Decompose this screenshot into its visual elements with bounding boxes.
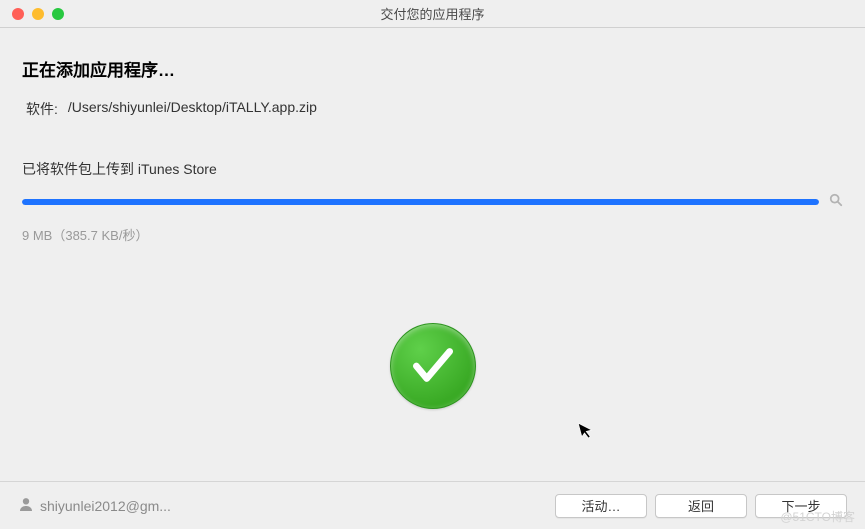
- page-heading: 正在添加应用程序…: [22, 56, 843, 81]
- close-icon[interactable]: [12, 8, 24, 20]
- transfer-speed: 9 MB（385.7 KB/秒）: [22, 225, 843, 244]
- success-checkmark-icon: [390, 323, 476, 409]
- titlebar: 交付您的应用程序: [0, 0, 865, 28]
- user-email: shiyunlei2012@gm...: [40, 498, 171, 514]
- user-account[interactable]: shiyunlei2012@gm...: [18, 496, 171, 515]
- traffic-lights: [12, 8, 64, 20]
- activity-button[interactable]: 活动…: [555, 494, 647, 518]
- window-title: 交付您的应用程序: [380, 4, 484, 23]
- progress-bar: [22, 199, 819, 205]
- back-button[interactable]: 返回: [655, 494, 747, 518]
- watermark: @51CTO博客: [780, 508, 855, 525]
- upload-status: 已将软件包上传到 iTunes Store: [22, 159, 843, 179]
- minimize-icon[interactable]: [32, 8, 44, 20]
- maximize-icon[interactable]: [52, 8, 64, 20]
- window: 交付您的应用程序 正在添加应用程序… 软件: /Users/shiyunlei/…: [0, 0, 865, 529]
- file-label: 软件:: [26, 99, 58, 119]
- file-row: 软件: /Users/shiyunlei/Desktop/iTALLY.app.…: [22, 99, 843, 119]
- magnifier-icon[interactable]: [829, 193, 843, 211]
- progress-fill: [22, 199, 819, 205]
- cursor-icon: [577, 418, 599, 446]
- footer: shiyunlei2012@gm... 活动… 返回 下一步: [0, 481, 865, 529]
- file-path: /Users/shiyunlei/Desktop/iTALLY.app.zip: [68, 99, 317, 119]
- user-icon: [18, 496, 34, 515]
- progress-row: [22, 193, 843, 211]
- content-area: 正在添加应用程序… 软件: /Users/shiyunlei/Desktop/i…: [0, 28, 865, 481]
